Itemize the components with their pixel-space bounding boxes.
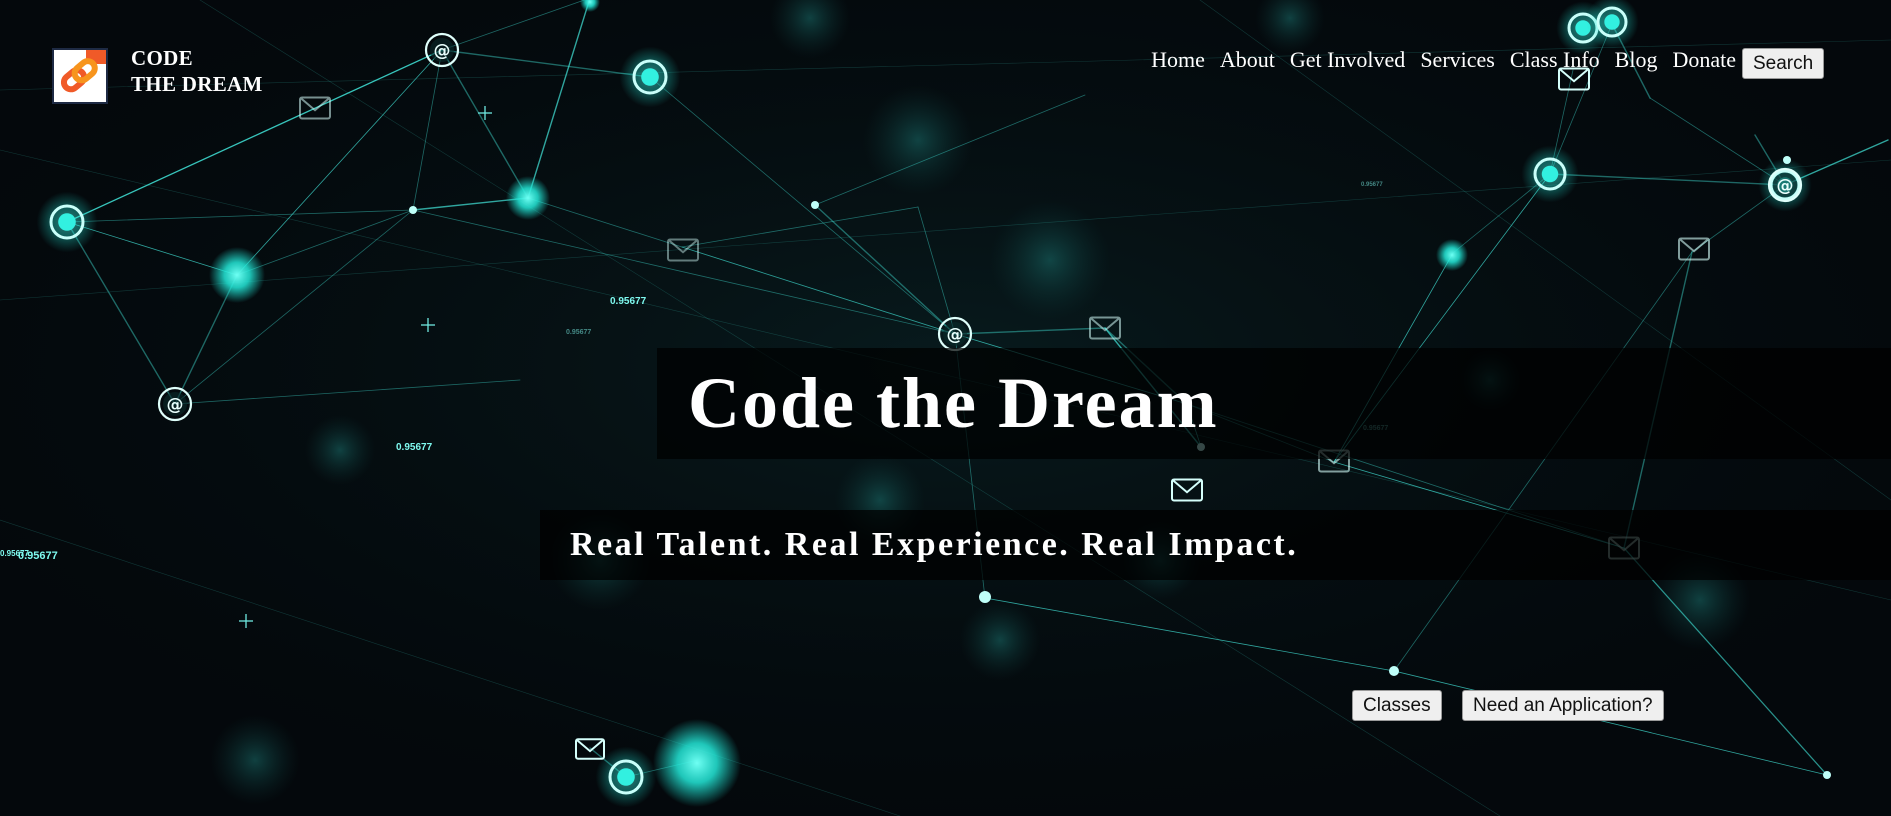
classes-button[interactable]: Classes (1352, 690, 1442, 721)
network-point (1823, 771, 1831, 779)
glow-orb (209, 247, 265, 303)
glow-orb (506, 176, 550, 220)
glow-node-icon (36, 191, 98, 253)
glow-node-icon (619, 46, 681, 108)
bokeh-circle (305, 415, 375, 485)
brand-name[interactable]: CODE THE DREAM (131, 45, 263, 97)
at-node-icon: @ (1767, 167, 1803, 203)
floating-number-label: 0.95677 (566, 329, 591, 336)
nav-home[interactable]: Home (1151, 47, 1205, 73)
nav-donate[interactable]: Donate (1672, 47, 1736, 73)
nav-blog[interactable]: Blog (1615, 47, 1658, 73)
at-node-icon: @ (424, 32, 460, 68)
svg-text:@: @ (167, 395, 184, 415)
glow-orb (653, 719, 741, 807)
brand-logo[interactable] (52, 48, 108, 104)
floating-number-label: 0.95677 (610, 296, 647, 307)
network-point (1389, 666, 1399, 676)
svg-text:@: @ (434, 41, 451, 61)
nav-services[interactable]: Services (1420, 47, 1495, 73)
brand-name-line2: THE DREAM (131, 72, 263, 96)
main-nav: Home About Get Involved Services Class I… (1151, 47, 1736, 73)
hero-title: Code the Dream (688, 363, 1219, 443)
bokeh-circle (990, 200, 1110, 320)
hero-tagline: Real Talent. Real Experience. Real Impac… (570, 526, 1299, 563)
svg-text:@: @ (947, 325, 964, 345)
glow-node-icon (1521, 145, 1579, 203)
floating-number-label: 0.95677 (1361, 182, 1383, 188)
floating-number-label: 0.95677 (396, 442, 433, 453)
bokeh-circle (960, 600, 1040, 680)
svg-text:@: @ (1777, 176, 1794, 196)
chain-link-icon (60, 50, 106, 93)
glow-orb (1436, 239, 1468, 271)
bokeh-circle (210, 715, 300, 805)
nav-class-info[interactable]: Class Info (1510, 47, 1600, 73)
at-node-icon: @ (937, 316, 973, 352)
nav-about[interactable]: About (1220, 47, 1275, 73)
network-point (811, 201, 819, 209)
network-point (409, 206, 417, 214)
at-node-icon: @ (157, 386, 193, 422)
nav-get-involved[interactable]: Get Involved (1290, 47, 1405, 73)
search-button[interactable]: Search (1742, 48, 1825, 79)
brand-name-line1: CODE (131, 46, 193, 70)
network-point (1783, 156, 1791, 164)
network-point (979, 591, 991, 603)
application-button[interactable]: Need an Application? (1462, 690, 1664, 721)
floating-number-label: 0.95677 (0, 549, 29, 558)
